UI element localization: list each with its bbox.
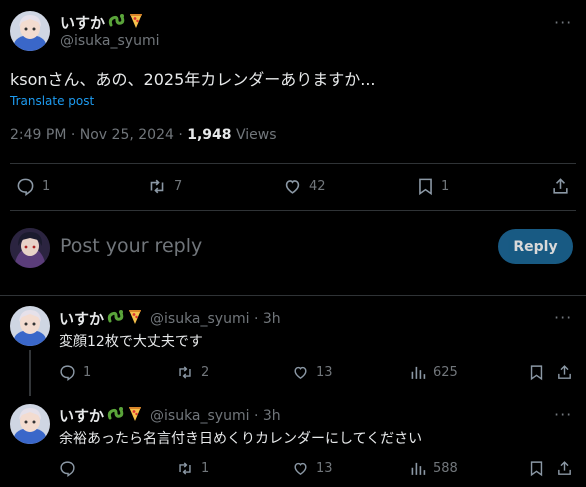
reply-text: 変顔12枚で大丈夫です: [59, 334, 203, 350]
reply-button[interactable]: Reply: [498, 229, 573, 264]
like-count: 13: [316, 461, 333, 476]
reply-author-avatar[interactable]: [10, 306, 50, 346]
bookmark-count: 1: [441, 179, 450, 194]
reply-icon: [59, 460, 76, 477]
tweet-text: ksonさん、あの、2025年カレンダーありますか...: [10, 70, 376, 89]
repost-icon: [176, 460, 194, 477]
heart-icon: [292, 364, 309, 381]
divider: [0, 295, 586, 296]
reply-count: 1: [42, 179, 51, 194]
reply-author-handle[interactable]: @isuka_syumi · 3h: [150, 311, 281, 327]
like-action[interactable]: 13: [292, 460, 333, 477]
like-action[interactable]: 13: [292, 364, 333, 381]
share-icon[interactable]: [556, 364, 573, 385]
author-avatar[interactable]: [10, 11, 50, 51]
repost-icon: [147, 177, 167, 196]
reply-icon: [59, 364, 76, 381]
repost-count: 1: [201, 461, 210, 476]
snake-emoji-icon: [108, 12, 125, 33]
tweet-timestamp[interactable]: 2:49 PM · Nov 25, 2024: [10, 127, 174, 143]
snake-emoji-icon: [107, 405, 124, 426]
views-count: 625: [433, 365, 458, 380]
meta-separator: ·: [178, 127, 183, 143]
pizza-emoji-icon: [127, 405, 143, 426]
repost-action[interactable]: 1: [176, 460, 209, 477]
like-count: 13: [316, 365, 333, 380]
more-options-icon[interactable]: ···: [554, 310, 572, 326]
heart-icon: [292, 460, 309, 477]
bookmark-icon: [417, 177, 434, 196]
reply-text: 余裕あったら名言付き日めくりカレンダーにしてください: [59, 431, 423, 447]
repost-icon: [176, 364, 194, 381]
pizza-emoji-icon: [127, 308, 143, 329]
repost-count: 7: [174, 179, 183, 194]
reply-action[interactable]: 1: [59, 364, 91, 381]
analytics-icon: [410, 364, 426, 381]
current-user-avatar[interactable]: [10, 228, 50, 268]
divider: [10, 210, 576, 211]
heart-icon: [283, 177, 302, 196]
divider: [10, 163, 576, 164]
reply-author-avatar[interactable]: [10, 404, 50, 444]
translate-link[interactable]: Translate post: [10, 94, 94, 108]
reply-action[interactable]: 1: [16, 177, 50, 196]
share-icon[interactable]: [551, 177, 570, 200]
author-display-name[interactable]: いすか: [60, 12, 105, 33]
more-options-icon[interactable]: ···: [554, 15, 572, 31]
author-handle[interactable]: @isuka_syumi: [60, 33, 159, 49]
bookmark-icon[interactable]: [529, 364, 544, 385]
thread-connector-line: [29, 350, 31, 396]
reply-icon: [16, 177, 35, 196]
like-action[interactable]: 42: [283, 177, 326, 196]
snake-emoji-icon: [107, 308, 124, 329]
repost-action[interactable]: 7: [147, 177, 182, 196]
repost-action[interactable]: 2: [176, 364, 209, 381]
like-count: 42: [309, 179, 326, 194]
reply-input[interactable]: Post your reply: [60, 235, 480, 257]
views-count: 588: [433, 461, 458, 476]
views-action[interactable]: 588: [410, 460, 458, 477]
share-icon[interactable]: [556, 460, 573, 481]
reply-author-name[interactable]: いすか: [59, 405, 104, 426]
reply-count: 1: [83, 365, 92, 380]
tweet-metadata: 2:49 PM · Nov 25, 2024 · 1,948 Views: [10, 127, 277, 143]
repost-count: 2: [201, 365, 210, 380]
views-action[interactable]: 625: [410, 364, 458, 381]
bookmark-action[interactable]: 1: [417, 177, 449, 196]
reply-author-name[interactable]: いすか: [59, 308, 104, 329]
bookmark-icon[interactable]: [529, 460, 544, 481]
views-count: 1,948: [187, 127, 232, 143]
more-options-icon[interactable]: ···: [554, 407, 572, 423]
reply-action[interactable]: [59, 460, 83, 477]
analytics-icon: [410, 460, 426, 477]
reply-author-handle[interactable]: @isuka_syumi · 3h: [150, 408, 281, 424]
pizza-emoji-icon: [128, 12, 144, 33]
views-label: Views: [236, 127, 277, 143]
